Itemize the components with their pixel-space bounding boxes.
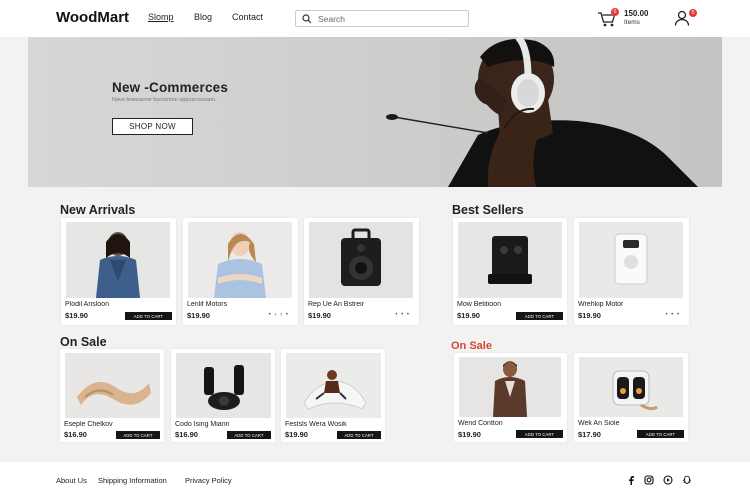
product-card[interactable]: Wrehkip Motor $19.90 • • • [574,218,689,325]
instagram-icon[interactable] [644,475,654,485]
product-name[interactable]: Wend Contton [458,420,503,427]
footer-link-shipping[interactable]: Shipping Information [98,476,167,485]
account-button[interactable]: 0 [674,9,697,26]
add-to-cart-button[interactable]: ADD TO CART [516,312,563,320]
product-price: $19.90 [308,311,331,320]
product-image-chair-figure [286,353,381,418]
product-name[interactable]: Plodil Arisloon [65,301,109,308]
product-image-speaker [309,222,413,298]
product-name[interactable]: Wek An Siole [578,420,620,427]
youtube-icon[interactable] [663,475,673,485]
on-sale-title: On Sale [60,335,107,349]
hero-title: New -Commerces [112,80,229,95]
product-price: $19.90 [457,311,480,320]
product-price: $19.90 [285,430,308,439]
product-image-black-device [458,222,562,298]
footer-link-about[interactable]: About Us [56,476,87,485]
product-card[interactable]: Rep Ue An Bstreir $19.90 • • • [304,218,419,325]
footer-link-privacy[interactable]: Privacy Policy [185,476,232,485]
nav-link-contact[interactable]: Contact [232,12,263,22]
product-price: $16.90 [175,430,198,439]
hero-image-man-with-headphones [386,37,698,187]
account-badge: 0 [689,9,697,17]
best-sellers-title: Best Sellers [452,203,524,217]
product-image-man-jacket [459,357,561,417]
product-price: $19.90 [187,311,210,320]
product-name[interactable]: Lenlif Motors [187,301,227,308]
product-image-earbuds [176,353,271,418]
product-name[interactable]: Wrehkip Motor [578,301,623,308]
cart-total[interactable]: 150.00 [624,10,648,18]
cart-count-badge: 0 [611,8,619,16]
logo[interactable]: WoodMart [56,9,129,26]
nav-link-blog[interactable]: Blog [194,12,212,22]
search-icon [302,14,312,24]
add-to-cart-button[interactable]: ADD TO CART [125,312,172,320]
add-to-cart-button[interactable]: ADD TO CART [637,430,684,438]
product-image-gadget [579,357,683,417]
product-card[interactable]: Lenlif Motors $19.90 • ‹ › • [183,218,298,325]
search-input[interactable] [318,12,463,25]
product-card[interactable]: Eseple Chelkov $16.90 ADD TO CART [60,349,164,442]
carousel-dots[interactable]: • • • [665,312,680,318]
on-sale-title-right: On Sale [451,340,492,352]
product-name[interactable]: Rep Ue An Bstreir [308,301,364,308]
add-to-cart-button[interactable]: ADD TO CART [227,431,271,439]
add-to-cart-button[interactable]: ADD TO CART [337,431,381,439]
product-name[interactable]: Eseple Chelkov [64,421,113,428]
product-price: $19.90 [65,311,88,320]
facebook-icon[interactable] [626,475,636,485]
product-price: $17.90 [578,430,601,439]
product-price: $19.90 [458,430,481,439]
nav-link-slomp[interactable]: Slomp [148,12,174,22]
product-image-woman-shirt [188,222,292,298]
product-name[interactable]: Mow Betitioon [457,301,501,308]
add-to-cart-button[interactable]: ADD TO CART [116,431,160,439]
site-header: WoodMart Slomp Blog Contact 0 150.00 Ite… [0,0,750,37]
product-image-sculpture [65,353,160,418]
carousel-arrows[interactable]: • ‹ › • [269,312,289,318]
add-to-cart-button[interactable]: ADD TO CART [516,430,563,438]
new-arrivals-title: New Arrivals [60,203,136,217]
hero-banner: New -Commerces Nave brweseme burosmon op… [28,37,722,187]
product-card[interactable]: Festsls Wera Wosik $19.90 ADD TO CART [281,349,385,442]
product-card[interactable]: Codo Ising Miann $16.90 ADD TO CART [171,349,275,442]
shop-now-button[interactable]: SHOP NOW [112,118,193,135]
product-price: $19.90 [578,311,601,320]
product-card[interactable]: Wek An Siole $17.90 ADD TO CART [574,353,688,442]
site-footer: About Us Shipping Information Privacy Po… [0,462,750,500]
product-card[interactable]: Plodil Arisloon $19.90 ADD TO CART [61,218,176,325]
product-name[interactable]: Codo Ising Miann [175,421,229,428]
hero-subtitle: Nave brweseme burosmon oppusconsaon. [112,97,217,103]
product-card[interactable]: Wend Contton $19.90 ADD TO CART [454,353,567,442]
product-name[interactable]: Festsls Wera Wosik [285,421,347,428]
carousel-dots[interactable]: • • • [395,312,410,318]
product-image-white-device [579,222,683,298]
search-box [295,10,469,27]
cart-items-label: Items [624,19,640,26]
product-price: $16.90 [64,430,87,439]
cart-button[interactable]: 0 [597,8,619,28]
product-card[interactable]: Mow Betitioon $19.90 ADD TO CART [453,218,567,325]
snapchat-icon[interactable] [682,475,692,485]
product-image-denim-jacket [66,222,170,298]
